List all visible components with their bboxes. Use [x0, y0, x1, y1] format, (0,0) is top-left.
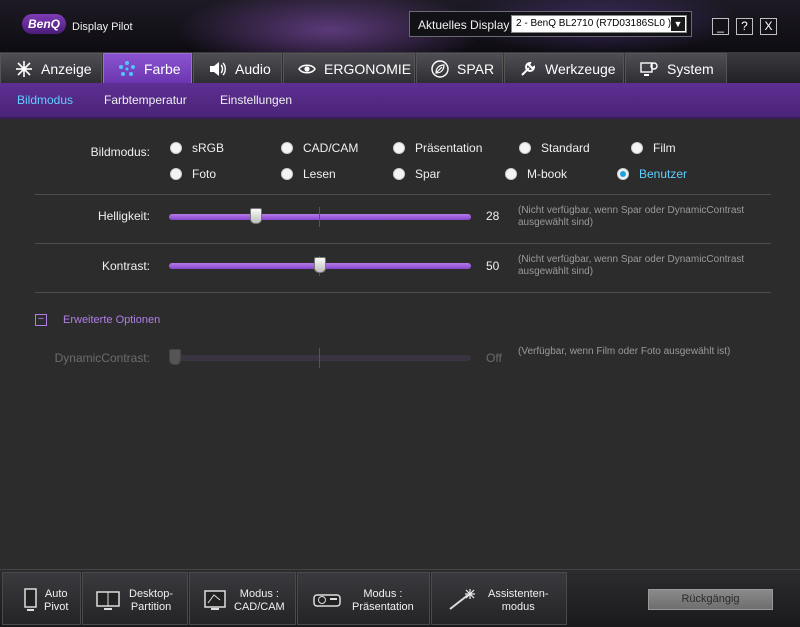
title-bar: BenQ Display Pilot Aktuelles Display 2 -… [0, 0, 800, 52]
tab-anzeige[interactable]: Anzeige [0, 53, 102, 83]
cad-icon [204, 590, 226, 610]
mode-cadcam-button[interactable]: Modus : CAD/CAM [189, 572, 296, 625]
tab-label: Farbe [144, 61, 181, 77]
radio-label: Foto [192, 167, 217, 181]
tab-label: Anzeige [41, 61, 92, 77]
leaf-icon [431, 60, 449, 78]
helligkeit-slider[interactable] [169, 207, 471, 227]
sparkle-icon [16, 61, 32, 77]
eye-icon [298, 64, 316, 74]
tab-werkzeuge[interactable]: Werkzeuge [504, 53, 624, 83]
sub-tabs: Bildmodus Farbtemperatur Einstellungen [0, 83, 800, 119]
dynamic-contrast-value: Off [486, 351, 502, 365]
slider-thumb[interactable] [250, 208, 262, 224]
kontrast-value: 50 [486, 259, 500, 273]
radio-label: Präsentation [415, 141, 483, 155]
mode-presentation-button[interactable]: Modus : Präsentation [297, 572, 430, 625]
tab-system[interactable]: System [625, 53, 727, 83]
undo-button[interactable]: Rückgängig [648, 589, 773, 610]
projector-icon [313, 594, 341, 607]
slider-center-mark [319, 348, 320, 368]
tab-farbe[interactable]: Farbe [103, 53, 192, 83]
divider [35, 194, 771, 195]
radio-dot[interactable] [170, 168, 182, 180]
radio-label: Benutzer [639, 167, 688, 181]
kontrast-slider[interactable] [169, 256, 471, 276]
radio-dot[interactable] [505, 168, 517, 180]
radio-dot[interactable] [519, 142, 531, 154]
wrench-icon [521, 61, 536, 76]
dynamic-contrast-slider [169, 348, 471, 368]
advanced-options-label[interactable]: Erweiterte Optionen [63, 314, 160, 326]
help-button[interactable]: ? [736, 18, 753, 35]
radio-dot[interactable] [281, 168, 293, 180]
auto-pivot-button[interactable]: Auto Pivot [2, 572, 81, 625]
collapse-advanced-button[interactable]: − [35, 314, 47, 326]
tab-audio[interactable]: Audio [193, 53, 282, 83]
subtab-einstellungen[interactable]: Einstellungen [220, 93, 292, 107]
content-panel: Bildmodus: sRGB CAD/CAM Präsentation Sta… [0, 119, 800, 569]
radio-dot[interactable] [631, 142, 643, 154]
button-label: Modus : Präsentation [352, 588, 414, 613]
tab-label: Werkzeuge [545, 61, 616, 77]
kontrast-label: Kontrast: [101, 259, 150, 273]
slider-thumb[interactable] [314, 257, 326, 273]
slider-thumb [169, 349, 181, 365]
tab-label: System [667, 61, 714, 77]
dynamic-contrast-note: (Verfügbar, wenn Film oder Foto ausgewäh… [518, 346, 731, 357]
monitor-partition-icon [96, 591, 120, 610]
subtab-farbtemperatur[interactable]: Farbtemperatur [104, 93, 187, 107]
radio-dot[interactable] [393, 142, 405, 154]
divider [35, 243, 771, 244]
button-label: Assistenten- modus [488, 588, 549, 613]
desktop-partition-button[interactable]: Desktop- Partition [82, 572, 188, 625]
tab-label: SPAR [457, 61, 495, 77]
bottom-toolbar: Auto Pivot Desktop- Partition Modus : CA… [0, 569, 800, 627]
radio-dot[interactable] [281, 142, 293, 154]
radio-label: Spar [415, 167, 441, 181]
current-display-box: Aktuelles Display 2 - BenQ BL2710 (R7D03… [409, 11, 692, 37]
radio-label: M-book [527, 167, 568, 181]
assistant-mode-button[interactable]: Assistenten- modus [431, 572, 567, 625]
close-button[interactable]: X [760, 18, 777, 35]
radio-label: sRGB [192, 141, 225, 155]
radio-label: Lesen [303, 167, 336, 181]
tab-ergonomie[interactable]: ERGONOMIE [283, 53, 415, 83]
bildmodus-label: Bildmodus: [90, 145, 150, 159]
radio-label: Film [653, 141, 676, 155]
palette-icon [119, 61, 135, 76]
radio-label: CAD/CAM [303, 141, 359, 155]
radio-label: Standard [541, 141, 590, 155]
kontrast-note: (Nicht verfügbar, wenn Spar oder Dynamic… [518, 254, 745, 277]
slider-center-mark [319, 207, 320, 227]
tab-label: Audio [235, 61, 271, 77]
app-title: Display Pilot [72, 21, 133, 33]
helligkeit-label: Helligkeit: [97, 209, 150, 223]
button-label: Modus : CAD/CAM [234, 588, 285, 613]
tab-spar[interactable]: SPAR [416, 53, 503, 83]
display-select[interactable]: 2 - BenQ BL2710 (R7D03186SL0 ) ▼ [511, 15, 687, 33]
helligkeit-note: (Nicht verfügbar, wenn Spar oder Dynamic… [518, 205, 745, 228]
button-label: Auto Pivot [44, 588, 69, 613]
monitor-pivot-icon [24, 588, 37, 611]
display-select-value: 2 - BenQ BL2710 (R7D03186SL0 ) [516, 18, 672, 29]
monitor-gear-icon [640, 62, 658, 76]
subtab-bildmodus[interactable]: Bildmodus [17, 93, 73, 107]
radio-dot[interactable] [393, 168, 405, 180]
dynamic-contrast-label: DynamicContrast: [54, 351, 150, 365]
helligkeit-value: 28 [486, 209, 500, 223]
benq-logo: BenQ [22, 14, 66, 34]
main-tabs: Anzeige Farbe Audio ERGONOMIE SPAR Werkz… [0, 52, 800, 83]
button-label: Desktop- Partition [129, 588, 174, 613]
divider [35, 292, 771, 293]
chevron-down-icon[interactable]: ▼ [671, 17, 685, 31]
speaker-icon [210, 62, 226, 76]
radio-dot[interactable] [617, 168, 629, 180]
current-display-label: Aktuelles Display [418, 18, 510, 32]
magic-wand-icon [449, 589, 475, 610]
tab-label: ERGONOMIE [324, 61, 412, 77]
minimize-button[interactable]: _ [712, 18, 729, 35]
radio-dot[interactable] [170, 142, 182, 154]
